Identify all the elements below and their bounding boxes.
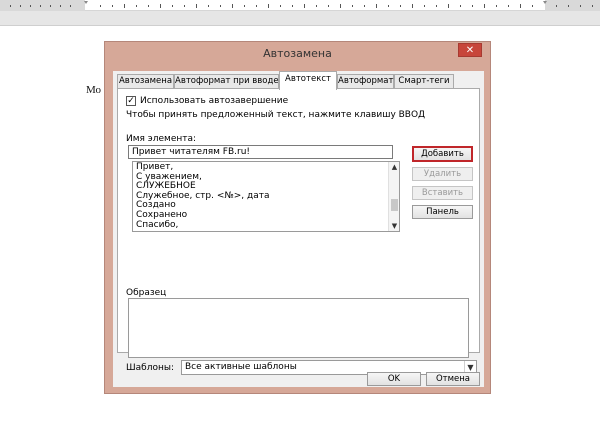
autocomplete-label: Использовать автозавершение xyxy=(140,96,289,106)
tab-label: Автозамена xyxy=(118,76,173,86)
ribbon-edge xyxy=(0,11,600,26)
sample-label: Образец xyxy=(126,288,167,298)
tab-autocorrect[interactable]: Автозамена xyxy=(117,74,174,89)
entry-name-label: Имя элемента: xyxy=(126,134,197,144)
autotext-list[interactable]: Привет, С уважением, СЛУЖЕБНОЕ Служебное… xyxy=(132,161,400,232)
cancel-button[interactable]: Отмена xyxy=(426,372,480,386)
tab-label: Смарт-теги xyxy=(398,76,450,86)
tab-smart-tags[interactable]: Смарт-теги xyxy=(394,74,454,89)
enter-hint: Чтобы принять предложенный текст, нажмит… xyxy=(126,110,426,120)
tab-label: Автоформат xyxy=(338,76,394,86)
scroll-down-arrow-icon[interactable]: ▼ xyxy=(389,221,400,231)
checkmark-icon: ✓ xyxy=(127,96,135,106)
close-icon: ✕ xyxy=(465,45,475,56)
insert-button[interactable]: Вставить xyxy=(412,186,473,200)
dialog-title: Автозамена xyxy=(263,47,332,60)
scroll-up-arrow-icon[interactable]: ▲ xyxy=(389,162,400,172)
ruler-ticks xyxy=(10,1,593,8)
scroll-thumb[interactable] xyxy=(391,199,398,211)
horizontal-ruler[interactable] xyxy=(0,0,600,11)
autotext-panel: ✓ Использовать автозавершение Чтобы прин… xyxy=(117,88,480,375)
entry-name-input[interactable]: Привет читателям FB.ru! xyxy=(128,145,393,159)
list-scrollbar[interactable]: ▲ ▼ xyxy=(388,162,399,231)
autotext-items: Привет, С уважением, СЛУЖЕБНОЕ Служебное… xyxy=(136,162,387,231)
sample-preview xyxy=(128,298,469,358)
tab-autoformat[interactable]: Автоформат xyxy=(337,74,394,89)
tab-label: Автоформат при вводе xyxy=(175,76,279,86)
tab-label: Автотекст xyxy=(285,74,331,84)
document-text[interactable]: Мо xyxy=(86,84,101,96)
autocomplete-checkbox[interactable]: ✓ xyxy=(126,96,136,106)
autocorrect-dialog: Автозамена ✕ Автозамена Автоформат при в… xyxy=(104,41,491,394)
add-button[interactable]: Добавить xyxy=(412,146,473,162)
delete-button[interactable]: Удалить xyxy=(412,167,473,181)
autocomplete-option[interactable]: ✓ Использовать автозавершение xyxy=(126,96,288,106)
close-button[interactable]: ✕ xyxy=(458,43,482,57)
dialog-titlebar[interactable]: Автозамена ✕ xyxy=(105,42,490,65)
list-item[interactable]: Спасибо, xyxy=(136,220,387,231)
tab-autotext[interactable]: Автотекст xyxy=(279,71,337,90)
tab-autoformat-as-you-type[interactable]: Автоформат при вводе xyxy=(174,74,279,89)
dialog-client-area: Автозамена Автоформат при вводе Автотекс… xyxy=(113,71,484,387)
templates-label: Шаблоны: xyxy=(126,363,174,373)
templates-value: Все активные шаблоны xyxy=(185,362,297,372)
toolbar-button[interactable]: Панель xyxy=(412,205,473,219)
ok-button[interactable]: OK xyxy=(367,372,421,386)
